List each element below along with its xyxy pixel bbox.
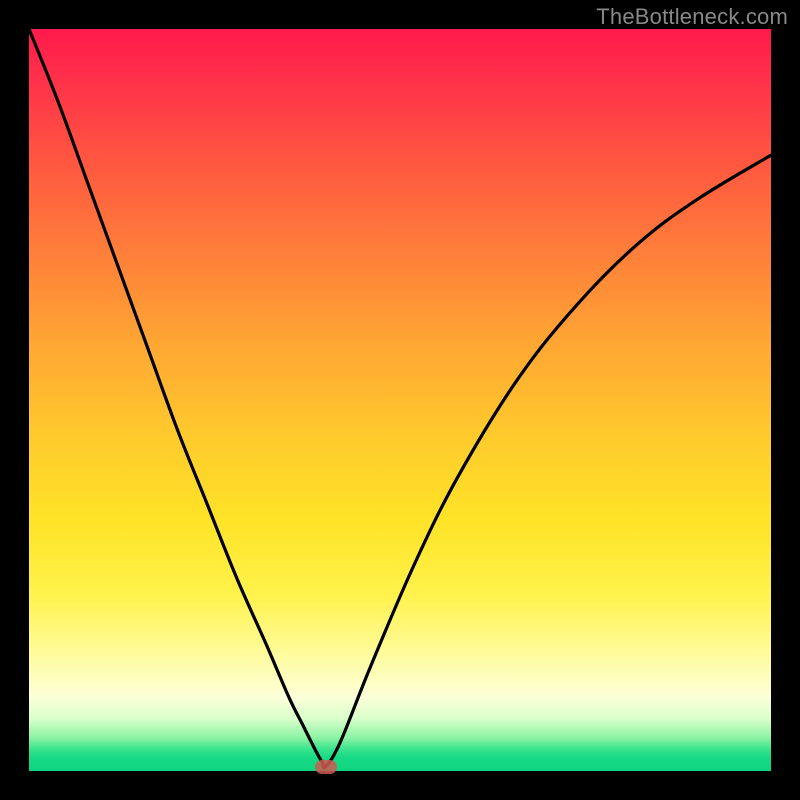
plot-area [29,29,771,771]
min-marker [315,760,337,774]
outer-frame: TheBottleneck.com [0,0,800,800]
watermark-text: TheBottleneck.com [596,4,788,30]
curve-svg [29,29,771,771]
bottleneck-curve [29,29,771,768]
